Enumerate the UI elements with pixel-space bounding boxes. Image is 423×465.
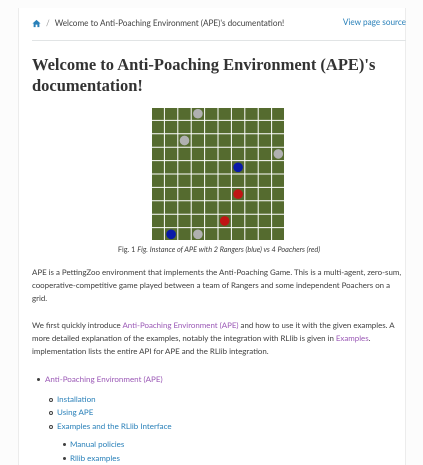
gray-agent-marker [179,135,190,146]
toc-item-rllib-examples: Rllib examples [37,452,172,465]
bullet [49,397,53,402]
bullet [37,378,40,381]
divider [32,40,406,41]
bullet [49,424,53,429]
gray-agent-marker [193,229,203,240]
para2-text1: We first quickly introduce [32,320,123,330]
environment-figure [151,107,285,241]
breadcrumb-separator: / [46,18,50,28]
grid-image [151,107,285,241]
breadcrumb: / Welcome to Anti-Poaching Environment (… [32,16,406,30]
toc-link-rllib-examples[interactable]: Rllib examples [70,453,120,463]
blue-agent-marker [166,229,176,240]
intro-paragraph: APE is a PettingZoo environment that imp… [32,267,402,303]
examples-link[interactable]: Examples [336,333,369,343]
page-title: Welcome to Anti-Poaching Environment (AP… [32,55,376,95]
gray-agent-marker [273,149,284,159]
caption-text: Fig. Instance of APE with 2 Rangers (blu… [137,245,321,254]
toc-link-installation[interactable]: Installation [57,394,96,404]
table-of-contents: Anti-Poaching Environment (APE) Installa… [37,373,172,465]
toc-item-manual-policies: Manual policies [37,438,172,452]
docs-page: / Welcome to Anti-Poaching Environment (… [0,0,423,465]
caption-prefix: Fig. 1 [117,245,136,254]
toc-item-installation: Installation [37,393,172,407]
toc-link-manual-policies[interactable]: Manual policies [70,439,124,449]
red-agent-marker [233,189,243,199]
ape-link[interactable]: Anti-Poaching Environment (APE) [122,320,238,330]
home-icon[interactable] [32,19,41,28]
overview-paragraph: We first quickly introduce Anti-Poaching… [32,319,404,358]
toc-link-examples[interactable]: Examples and the RLlib Interface [57,421,172,431]
bullet [63,456,66,460]
view-page-source-link[interactable]: View page source [343,17,406,27]
breadcrumb-current: Welcome to Anti-Poaching Environment (AP… [54,18,285,28]
figure-caption: Fig. 1 Fig. Instance of APE with 2 Range… [32,245,406,254]
red-agent-marker [219,216,230,226]
blue-agent-marker [233,162,243,173]
toc-item-ape: Anti-Poaching Environment (APE) [37,373,172,387]
bullet [63,443,66,446]
bullet [49,411,53,415]
toc-item-using-ape: Using APE [37,406,172,420]
toc-link-using-ape[interactable]: Using APE [57,407,93,417]
gray-agent-marker [193,108,203,119]
toc-link-ape[interactable]: Anti-Poaching Environment (APE) [45,374,163,384]
toc-item-examples: Examples and the RLlib Interface [37,420,172,434]
